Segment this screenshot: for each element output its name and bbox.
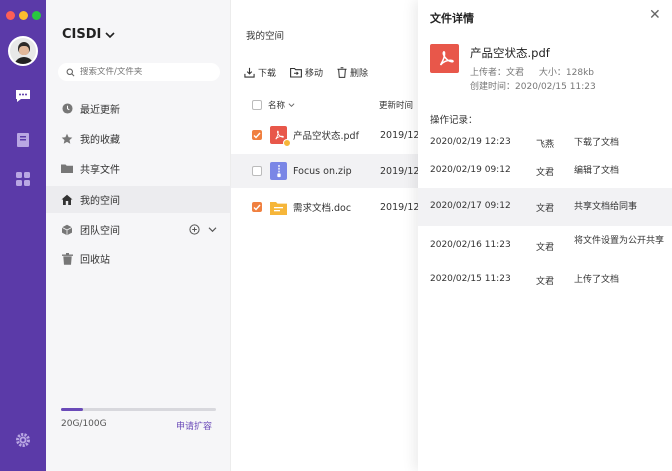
trash-icon (61, 252, 73, 265)
chevron-down-icon[interactable] (208, 226, 217, 233)
activity-log-title: 操作记录： (430, 115, 478, 126)
row-checkbox[interactable] (252, 130, 262, 140)
file-detail-panel: 文件详情 ✕ 产品空状态.pdf 上传者：文君 大小：128kb 创建时间：20… (418, 0, 672, 471)
folder-file-icon (270, 198, 287, 216)
breadcrumb: 我的空间 (246, 31, 285, 42)
table-row[interactable]: 需求文档.doc 2019/12 (244, 190, 444, 224)
sidebar-item-my-space[interactable]: 我的空间 (46, 186, 231, 213)
file-updated: 2019/12 (380, 129, 420, 141)
file-updated: 2019/12 (380, 165, 420, 177)
apps-icon[interactable] (14, 170, 32, 188)
updated-column-header[interactable]: 更新时间 (379, 99, 413, 111)
home-icon (61, 194, 73, 206)
settings-icon[interactable] (14, 431, 32, 449)
file-name[interactable]: 需求文档.doc (293, 200, 351, 214)
lock-badge-icon (283, 139, 291, 147)
name-column-header[interactable]: 名称 (268, 99, 295, 111)
delete-button[interactable]: 删除 (337, 66, 368, 79)
sidebar-item-team-space[interactable]: 团队空间 (46, 216, 231, 243)
clock-icon (61, 103, 73, 115)
file-name[interactable]: Focus on.zip (293, 166, 352, 177)
zip-file-icon (270, 162, 287, 180)
sidebar-item-shared[interactable]: 共享文件 (46, 155, 231, 182)
row-checkbox[interactable] (252, 202, 262, 212)
chat-icon[interactable] (14, 87, 32, 105)
panel-title: 文件详情 (430, 12, 474, 25)
sidebar: CISDI 最近更新 我的收藏 共享文件 我的空间 团队空间 回收站 20G/1… (46, 0, 231, 471)
window-controls (6, 11, 41, 20)
sidebar-item-label: 回收站 (80, 255, 110, 266)
avatar[interactable] (8, 36, 38, 66)
row-checkbox[interactable] (252, 166, 262, 176)
add-circle-icon[interactable] (189, 224, 200, 235)
list-header: 名称 更新时间 (244, 95, 444, 115)
search-icon (66, 68, 75, 76)
sidebar-item-recent[interactable]: 最近更新 (46, 95, 231, 122)
sidebar-item-recycle-bin[interactable]: 回收站 (46, 245, 231, 272)
log-row: 2020/02/16 11:23 文君 将文件设置为公开共享 (430, 236, 665, 253)
request-expansion-link[interactable]: 申请扩容 (176, 419, 212, 432)
team-switcher[interactable]: CISDI (62, 27, 115, 42)
pdf-file-icon (270, 126, 291, 147)
search-input[interactable] (80, 67, 210, 77)
sidebar-item-favorites[interactable]: 我的收藏 (46, 125, 231, 152)
log-row: 2020/02/19 12:23 飞燕 下载了文档 (430, 137, 620, 150)
sort-down-icon (288, 103, 295, 107)
file-updated: 2019/12 (380, 201, 420, 213)
sidebar-item-label: 团队空间 (80, 226, 120, 237)
sidebar-item-label: 共享文件 (80, 165, 120, 176)
log-row: 2020/02/19 09:12 文君 编辑了文档 (430, 165, 620, 178)
table-row[interactable]: Focus on.zip 2019/12 (231, 154, 421, 188)
star-icon (61, 133, 73, 145)
close-window-button[interactable] (6, 11, 15, 20)
toolbar: 下载 移动 删除 (244, 66, 368, 79)
pdf-file-icon (430, 44, 459, 73)
log-row: 2020/02/15 11:23 文君 上传了文档 (430, 274, 620, 287)
select-all-checkbox[interactable] (252, 100, 262, 110)
created-info: 创建时间：2020/02/15 11:23 (470, 82, 596, 92)
document-name: 产品空状态.pdf (470, 46, 550, 60)
trash-icon (337, 67, 347, 78)
minimize-window-button[interactable] (19, 11, 28, 20)
sidebar-item-label: 我的收藏 (80, 135, 120, 146)
storage-usage: 20G/100G (61, 419, 107, 429)
app-rail (0, 0, 46, 471)
download-icon (244, 67, 255, 78)
folder-icon (61, 163, 73, 175)
table-row[interactable]: 产品空状态.pdf 2019/12 (244, 118, 444, 152)
download-button[interactable]: 下载 (244, 66, 276, 79)
search-box[interactable] (58, 63, 220, 81)
close-icon[interactable]: ✕ (649, 7, 661, 23)
team-name: CISDI (62, 27, 102, 42)
storage-progress (61, 408, 216, 411)
sidebar-item-label: 我的空间 (80, 196, 120, 207)
uploader-info: 上传者：文君 大小：128kb (470, 68, 595, 78)
chevron-down-icon (105, 31, 115, 38)
zoom-window-button[interactable] (32, 11, 41, 20)
move-button[interactable]: 移动 (290, 66, 323, 79)
sidebar-item-label: 最近更新 (80, 105, 120, 116)
move-folder-icon (290, 67, 302, 78)
file-name[interactable]: 产品空状态.pdf (293, 128, 359, 142)
log-row: 2020/02/17 09:12 文君 共享文档给同事 (418, 188, 672, 226)
notebook-icon[interactable] (14, 131, 32, 149)
cube-icon (61, 224, 73, 236)
